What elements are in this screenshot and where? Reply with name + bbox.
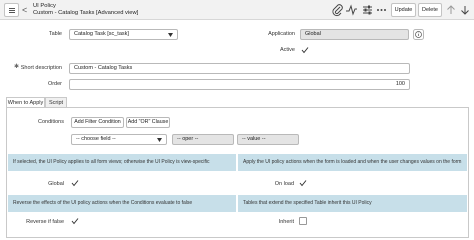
onload-checkbox[interactable] (299, 179, 307, 187)
table-select-value: Catalog Task [sc_task] (74, 31, 129, 37)
reverse-if-false-checkbox[interactable] (71, 217, 79, 225)
value-field: -- value -- (237, 134, 299, 145)
paperclip-icon[interactable] (331, 3, 344, 17)
application-field: Global (300, 29, 409, 40)
application-label: Application (268, 31, 295, 37)
required-icon: ✱ (14, 64, 20, 70)
choose-field-select[interactable]: -- choose field -- (71, 134, 167, 145)
conditions-label: Conditions (38, 119, 64, 125)
global-checkbox[interactable] (71, 179, 79, 187)
form-header: < UI Policy Custom - Catalog Tasks [Adva… (0, 0, 474, 20)
add-or-clause-button[interactable]: Add "OR" Clause (126, 117, 170, 128)
record-subtitle: Custom - Catalog Tasks [Advanced view] (33, 10, 139, 16)
down-arrow-icon[interactable] (459, 3, 471, 17)
hamburger-menu-icon[interactable] (4, 3, 19, 17)
onload-info-text: Apply the UI policy actions when the for… (238, 154, 467, 171)
tab-script[interactable]: Script (45, 97, 67, 107)
tab-when-to-apply[interactable]: When to Apply (6, 97, 45, 107)
order-input[interactable]: 100 (69, 79, 410, 90)
up-arrow-icon[interactable] (445, 3, 457, 17)
delete-button[interactable]: Delete (418, 3, 442, 17)
active-checkbox[interactable] (301, 46, 309, 54)
settings-sliders-icon[interactable] (361, 3, 374, 17)
onload-label: On load (274, 181, 294, 187)
short-description-label: Short description (20, 65, 62, 71)
activity-icon[interactable] (345, 3, 358, 17)
global-label: Global (48, 181, 64, 187)
inherit-label: Inherit (278, 219, 294, 225)
chevron-down-icon (157, 138, 162, 142)
add-filter-condition-button[interactable]: Add Filter Condition (71, 117, 124, 128)
back-icon[interactable]: < (22, 4, 27, 16)
order-label: Order (47, 81, 62, 87)
oper-select: -- oper -- (172, 134, 234, 145)
short-description-input[interactable]: Custom - Catalog Tasks (69, 63, 410, 74)
global-info-text: If selected, the UI Policy applies to al… (8, 154, 236, 171)
info-icon[interactable] (413, 29, 424, 40)
table-select[interactable]: Catalog Task [sc_task] (69, 29, 178, 40)
active-label: Active (280, 47, 295, 53)
record-type-title: UI Policy (33, 3, 56, 9)
choose-field-value: -- choose field -- (76, 136, 116, 142)
inherit-info-text: Tables that extend the specified Table i… (238, 195, 467, 212)
reverse-info-text: Reverse the effects of the UI policy act… (8, 195, 236, 212)
reverse-if-false-label: Reverse if false (26, 219, 64, 225)
chevron-down-icon (168, 33, 173, 37)
table-label: Table (48, 31, 62, 37)
update-button[interactable]: Update (391, 3, 416, 17)
more-icon[interactable] (375, 3, 388, 17)
inherit-checkbox[interactable] (299, 217, 307, 225)
